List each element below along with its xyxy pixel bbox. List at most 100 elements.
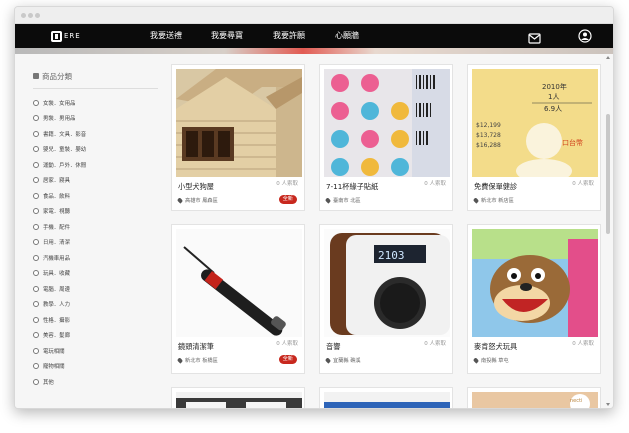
category-item[interactable]: 運動．戶外．休閒 bbox=[33, 157, 158, 173]
radio-icon[interactable] bbox=[33, 130, 39, 137]
scroll-up-icon[interactable] bbox=[606, 56, 610, 59]
product-title[interactable]: 音響 bbox=[326, 342, 340, 352]
category-item[interactable]: 其他 bbox=[33, 374, 158, 390]
top-navbar: ERE 我要送禮 我要尋寶 我要許願 心願牆 bbox=[15, 24, 613, 48]
category-item[interactable]: 居家．寢具 bbox=[33, 173, 158, 189]
page-scrollbar[interactable] bbox=[605, 54, 611, 408]
category-item[interactable]: 日用．清潔 bbox=[33, 235, 158, 251]
product-title[interactable]: 麥肯怒犬玩具 bbox=[474, 342, 517, 352]
product-image[interactable] bbox=[324, 69, 450, 177]
radio-icon[interactable] bbox=[33, 177, 39, 184]
radio-icon[interactable] bbox=[33, 301, 39, 308]
radio-icon[interactable] bbox=[33, 316, 39, 323]
request-count: 0 人索取 bbox=[424, 341, 446, 347]
window-dot[interactable] bbox=[28, 13, 33, 18]
speaker-time: 2103 bbox=[378, 249, 405, 262]
product-title[interactable]: 7-11杯緣子貼紙 bbox=[326, 182, 378, 192]
radio-icon[interactable] bbox=[33, 285, 39, 292]
product-image[interactable] bbox=[176, 392, 302, 408]
category-label: 男裝．男用品 bbox=[43, 116, 76, 123]
category-item[interactable]: 書籍．文具．影音 bbox=[33, 126, 158, 142]
logo-h-icon bbox=[51, 30, 62, 42]
browser-window: ERE 我要送禮 我要尋寶 我要許願 心願牆 商品分類 女裝．女用品男裝．男用品… bbox=[14, 6, 614, 409]
window-dot[interactable] bbox=[35, 13, 40, 18]
product-image[interactable]: 2103 bbox=[324, 229, 450, 337]
category-item[interactable]: 寵物相關 bbox=[33, 359, 158, 375]
product-card[interactable]: 小型犬狗屋 0 人索取 高雄市 鳳森區 全新 bbox=[171, 64, 305, 211]
calendar-amount: $16,288 bbox=[476, 142, 501, 149]
request-count: 0 人索取 bbox=[572, 181, 594, 187]
radio-icon[interactable] bbox=[33, 254, 39, 261]
category-item[interactable]: 手機．配件 bbox=[33, 219, 158, 235]
category-item[interactable]: 教學．人力 bbox=[33, 297, 158, 313]
radio-icon[interactable] bbox=[33, 99, 39, 106]
user-account-icon[interactable] bbox=[578, 28, 592, 47]
category-item[interactable]: 男裝．男用品 bbox=[33, 111, 158, 127]
product-image[interactable] bbox=[324, 392, 450, 408]
radio-icon[interactable] bbox=[33, 208, 39, 215]
category-label: 居家．寢具 bbox=[43, 178, 70, 185]
radio-icon[interactable] bbox=[33, 270, 39, 277]
product-card[interactable]: 麥肯怒犬玩具 0 人索取 南投縣 草屯 bbox=[467, 224, 601, 374]
radio-icon[interactable] bbox=[33, 192, 39, 199]
site-logo[interactable]: ERE bbox=[51, 29, 81, 43]
product-image[interactable]: 2010年 1人 6.9人 $12,199 $13,728 $16,288 口台… bbox=[472, 69, 598, 177]
category-item[interactable]: 美容．髮廊 bbox=[33, 328, 158, 344]
window-titlebar bbox=[15, 7, 613, 24]
category-item[interactable]: 性格．攝影 bbox=[33, 312, 158, 328]
calendar-qty: 1人 bbox=[548, 93, 559, 101]
category-item[interactable]: 女裝．女用品 bbox=[33, 95, 158, 111]
category-item[interactable]: 汽機車用品 bbox=[33, 250, 158, 266]
radio-icon[interactable] bbox=[33, 146, 39, 153]
category-label: 其他 bbox=[43, 379, 54, 386]
product-title[interactable]: 免費保單健診 bbox=[474, 182, 517, 192]
product-image[interactable] bbox=[472, 229, 598, 337]
location-pin-icon bbox=[472, 357, 480, 364]
product-image[interactable]: necti bbox=[472, 392, 598, 408]
category-item[interactable]: 家電．視聽 bbox=[33, 204, 158, 220]
scroll-down-icon[interactable] bbox=[606, 403, 610, 406]
product-image[interactable] bbox=[176, 69, 302, 177]
radio-icon[interactable] bbox=[33, 363, 39, 370]
calendar-amount: $13,728 bbox=[476, 132, 501, 139]
scroll-thumb[interactable] bbox=[606, 114, 610, 234]
radio-icon[interactable] bbox=[33, 239, 39, 246]
nav-give-gift[interactable]: 我要送禮 bbox=[150, 30, 182, 41]
product-card[interactable]: 7-11杯緣子貼紙 0 人索取 臺南市 北區 bbox=[319, 64, 453, 211]
tag-icon bbox=[33, 73, 39, 79]
product-card[interactable]: necti bbox=[467, 387, 601, 408]
category-item[interactable]: 玩具．收藏 bbox=[33, 266, 158, 282]
product-location: 臺南市 北區 bbox=[324, 197, 361, 204]
divider bbox=[33, 88, 158, 89]
location-text: 宜蘭縣 礁溪 bbox=[333, 358, 361, 364]
product-image[interactable] bbox=[176, 229, 302, 337]
product-title[interactable]: 小型犬狗屋 bbox=[178, 182, 214, 192]
category-item[interactable]: 電腦．周邊 bbox=[33, 281, 158, 297]
mail-icon[interactable] bbox=[528, 29, 541, 48]
product-card[interactable]: 鏡頭清潔筆 0 人索取 新北市 板橋區 全新 bbox=[171, 224, 305, 374]
product-card[interactable]: 2010年 1人 6.9人 $12,199 $13,728 $16,288 口台… bbox=[467, 64, 601, 211]
radio-icon[interactable] bbox=[33, 115, 39, 122]
radio-icon[interactable] bbox=[33, 378, 39, 385]
category-title-text: 商品分類 bbox=[42, 71, 72, 81]
radio-icon[interactable] bbox=[33, 347, 39, 354]
nav-treasure-hunt[interactable]: 我要尋寶 bbox=[211, 30, 243, 41]
radio-icon[interactable] bbox=[33, 332, 39, 339]
category-label: 手機．配件 bbox=[43, 224, 70, 231]
category-item[interactable]: 食品．飲料 bbox=[33, 188, 158, 204]
location-text: 臺南市 北區 bbox=[333, 198, 361, 204]
radio-icon[interactable] bbox=[33, 223, 39, 230]
location-pin-icon bbox=[176, 357, 184, 364]
product-card[interactable]: 2103 音響 0 人索取 宜蘭縣 礁溪 bbox=[319, 224, 453, 374]
product-card[interactable] bbox=[171, 387, 305, 408]
category-label: 寵物相關 bbox=[43, 364, 65, 371]
product-title[interactable]: 鏡頭清潔筆 bbox=[178, 342, 214, 352]
window-dot[interactable] bbox=[21, 13, 26, 18]
category-item[interactable]: 電玩相關 bbox=[33, 343, 158, 359]
category-label: 汽機車用品 bbox=[43, 255, 70, 262]
nav-wish-wall[interactable]: 心願牆 bbox=[335, 30, 359, 41]
nav-make-wish[interactable]: 我要許願 bbox=[273, 30, 305, 41]
category-item[interactable]: 嬰兒．童裝．嬰幼 bbox=[33, 142, 158, 158]
product-card[interactable] bbox=[319, 387, 453, 408]
radio-icon[interactable] bbox=[33, 161, 39, 168]
